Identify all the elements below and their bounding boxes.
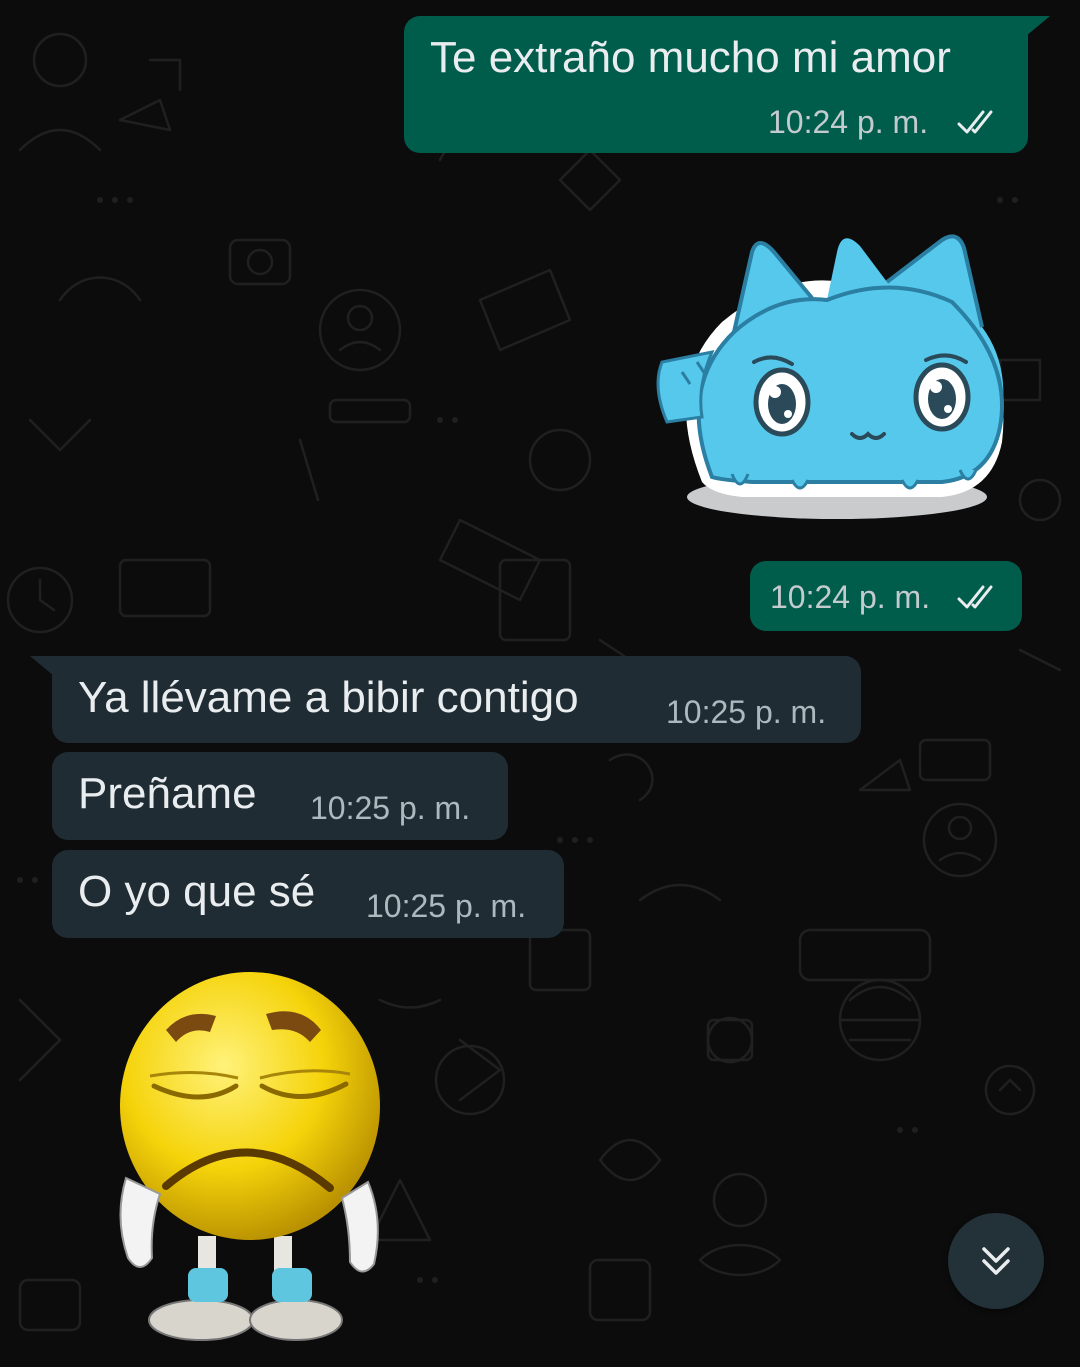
message-bubble-incoming[interactable]: Preñame 10:25 p. m. bbox=[52, 752, 508, 840]
scroll-to-bottom-button[interactable] bbox=[948, 1213, 1044, 1309]
message-bubble-outgoing[interactable]: Te extraño mucho mi amor 10:24 p. m. bbox=[404, 16, 1028, 153]
message-text: Preñame bbox=[78, 769, 257, 818]
message-time: 10:25 p. m. bbox=[366, 888, 527, 924]
sad-blue-cat-sticker[interactable] bbox=[642, 212, 1042, 532]
message-text: Te extraño mucho mi amor bbox=[430, 33, 951, 82]
sticker-time-badge: 10:24 p. m. bbox=[750, 561, 1022, 631]
message-bubble-incoming[interactable]: O yo que sé 10:25 p. m. bbox=[52, 850, 564, 938]
bubble-tail bbox=[30, 656, 54, 676]
bubble-tail bbox=[1026, 16, 1050, 36]
message-time: 10:25 p. m. bbox=[310, 790, 471, 826]
message-time: 10:25 p. m. bbox=[666, 694, 827, 730]
double-chevron-down-icon bbox=[982, 1247, 1010, 1275]
message-time: 10:24 p. m. bbox=[770, 579, 931, 615]
message-text: Ya llévame a bibir contigo bbox=[78, 673, 579, 722]
message-time: 10:24 p. m. bbox=[768, 104, 929, 140]
chat-window: Te extraño mucho mi amor 10:24 p. m. 10:… bbox=[0, 0, 1080, 1367]
message-text: O yo que sé bbox=[78, 867, 316, 916]
read-receipt-icon bbox=[957, 585, 993, 609]
sad-yellow-emoji-sticker[interactable] bbox=[106, 968, 386, 1348]
read-receipt-icon bbox=[957, 110, 993, 134]
message-bubble-incoming[interactable]: Ya llévame a bibir contigo 10:25 p. m. bbox=[52, 656, 861, 743]
